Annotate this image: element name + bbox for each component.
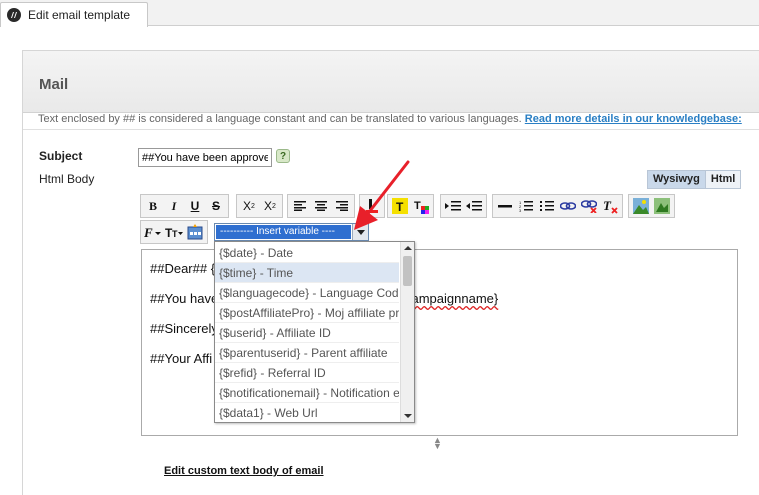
font-size-icon[interactable]: TT [164,222,184,242]
language-note-text: Text enclosed by ## is considered a lang… [38,113,522,125]
font-family-icon[interactable]: F [143,222,163,242]
indent-toolbar-group [440,194,487,218]
format-toolbar-group: B I U S [140,194,229,218]
insert-variable-dropdown: {$date} - Date {$time} - Time {$language… [214,241,415,423]
html-body-label: Html Body [39,172,95,186]
svg-text:T: T [172,229,178,239]
variable-option-data1[interactable]: {$data1} - Web Url [215,403,399,422]
subscript-label: X [243,199,252,213]
special-char-icon[interactable] [185,222,205,242]
script-toolbar-group: X2 X2 [236,194,283,218]
unlink-icon[interactable] [579,196,599,216]
wysiwyg-mode-button[interactable]: Wysiwyg [648,171,705,188]
panel-header: Mail [23,51,759,113]
editor-line-approved-start: ##You have [150,291,219,306]
edit-custom-text-link[interactable]: Edit custom text body of email [164,465,324,477]
variable-list: {$date} - Date {$time} - Time {$language… [215,243,399,422]
variable-option-userid[interactable]: {$userid} - Affiliate ID [215,323,399,343]
underline-button[interactable]: U [185,196,205,216]
scroll-down-icon[interactable] [401,410,414,422]
strikethrough-button[interactable]: S [206,196,226,216]
align-left-icon[interactable] [290,196,310,216]
insert-image-icon[interactable] [631,196,651,216]
language-note: Text enclosed by ## is considered a lang… [38,113,742,125]
image-manager-icon[interactable] [652,196,672,216]
editor-line-approved: ##You have campaignname} [150,291,498,306]
scrollbar-thumb[interactable] [403,256,412,286]
knowledgebase-link[interactable]: Read more details in our knowledgebase: [525,113,742,125]
editor-mode-switch: Wysiwyg Html [647,170,742,189]
superscript-label: X [264,199,273,213]
insert-toolbar-group: 123 T [492,194,623,218]
annotation-arrow-icon [354,160,410,230]
help-icon[interactable]: ? [276,149,290,163]
scroll-up-icon[interactable] [401,242,414,254]
font-toolbar-group: F TT [140,220,208,244]
variable-option-refid[interactable]: {$refid} - Referral ID [215,363,399,383]
html-mode-button[interactable]: Html [704,171,741,188]
subject-input[interactable] [138,148,272,167]
svg-text:T: T [603,198,612,213]
variable-option-date[interactable]: {$date} - Date [215,243,399,263]
variable-option-time[interactable]: {$time} - Time [215,263,399,283]
variable-option-parentuserid[interactable]: {$parentuserid} - Parent affiliate [215,343,399,363]
italic-button[interactable]: I [164,196,184,216]
bold-button[interactable]: B [143,196,163,216]
remove-format-icon[interactable]: T [600,196,620,216]
indent-icon[interactable] [443,196,463,216]
tab-label: Edit email template [28,8,131,22]
variable-option-notificationemail[interactable]: {$notificationemail} - Notification e [215,383,399,403]
editor-line-approved-end: campaignname} [405,291,499,306]
app-logo-icon [7,8,21,22]
resize-handle-icon[interactable]: ▲ ▼ [433,436,442,451]
superscript-button[interactable]: X2 [260,196,280,216]
link-icon[interactable] [558,196,578,216]
editor-line-dear: ##Dear## { [150,261,216,276]
ordered-list-icon[interactable]: 123 [516,196,536,216]
variable-option-postaffiliatepro[interactable]: {$postAffiliatePro} - Moj affiliate pr [215,303,399,323]
image-toolbar-group [628,194,675,218]
panel-title: Mail [39,76,69,93]
svg-text:3: 3 [519,208,522,212]
tab-bar: Edit email template [0,0,759,27]
editor-line-affiliate: ##Your Affi [150,351,213,366]
dropdown-scrollbar[interactable] [400,242,414,422]
subscript-button[interactable]: X2 [239,196,259,216]
subject-label: Subject [39,149,83,163]
tab-edit-email-template[interactable]: Edit email template [0,2,148,27]
divider [23,129,759,130]
editor-line-sincerely: ##Sincerely [150,321,218,336]
unordered-list-icon[interactable] [537,196,557,216]
insert-variable-label: ---------- Insert variable ---- [216,225,351,239]
outdent-icon[interactable] [464,196,484,216]
svg-text:F: F [144,225,153,239]
align-center-icon[interactable] [311,196,331,216]
horizontal-rule-icon[interactable] [495,196,515,216]
variable-option-languagecode[interactable]: {$languagecode} - Language Cod [215,283,399,303]
